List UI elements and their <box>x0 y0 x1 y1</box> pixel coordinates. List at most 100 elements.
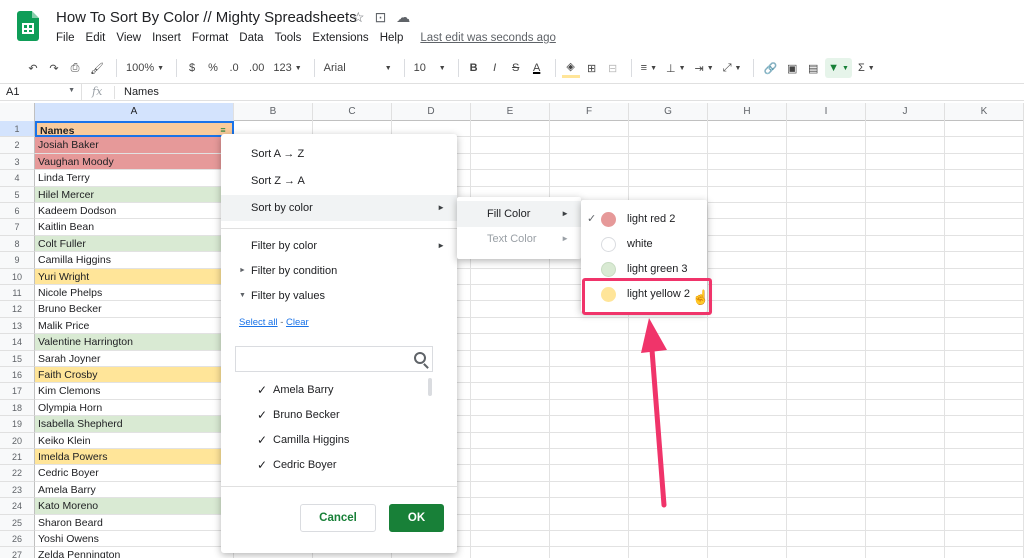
empty-cell[interactable] <box>787 121 866 138</box>
italic-button[interactable]: I <box>486 58 504 78</box>
empty-cell[interactable] <box>550 399 629 417</box>
row-number[interactable]: 25 <box>0 514 35 531</box>
empty-cell[interactable] <box>629 153 708 171</box>
empty-cell[interactable] <box>629 170 708 187</box>
strikethrough-button[interactable]: S <box>507 58 525 78</box>
name-cell[interactable]: Colt Fuller <box>35 235 234 253</box>
empty-cell[interactable] <box>471 432 550 449</box>
empty-cell[interactable] <box>708 137 787 154</box>
number-format-select[interactable]: 123 ▼ <box>270 58 304 78</box>
value-checkbox-item[interactable]: ✓ Amela Barry <box>235 378 435 403</box>
empty-cell[interactable] <box>708 268 787 285</box>
row-number[interactable]: 23 <box>0 481 35 499</box>
empty-cell[interactable] <box>866 252 945 269</box>
zoom-select[interactable]: 100% ▼ <box>123 58 167 78</box>
empty-cell[interactable] <box>945 432 1024 449</box>
row-number[interactable]: 10 <box>0 268 35 285</box>
undo-icon[interactable]: ↶ <box>24 58 42 78</box>
empty-cell[interactable] <box>629 399 708 417</box>
row-number[interactable]: 3 <box>0 153 35 171</box>
empty-cell[interactable] <box>866 367 945 384</box>
name-cell[interactable]: Yuri Wright <box>35 268 234 285</box>
empty-cell[interactable] <box>866 334 945 351</box>
empty-cell[interactable] <box>866 383 945 400</box>
column-header-g[interactable]: G <box>629 103 708 121</box>
empty-cell[interactable] <box>945 498 1024 515</box>
empty-cell[interactable] <box>629 514 708 531</box>
empty-cell[interactable] <box>945 383 1024 400</box>
empty-cell[interactable] <box>708 399 787 417</box>
empty-cell[interactable] <box>708 367 787 384</box>
empty-cell[interactable] <box>866 350 945 367</box>
row-number[interactable]: 14 <box>0 334 35 351</box>
empty-cell[interactable] <box>629 137 708 154</box>
row-number[interactable]: 20 <box>0 432 35 449</box>
empty-cell[interactable] <box>708 219 787 236</box>
empty-cell[interactable] <box>945 334 1024 351</box>
empty-cell[interactable] <box>787 170 866 187</box>
empty-cell[interactable] <box>945 481 1024 499</box>
empty-cell[interactable] <box>866 186 945 203</box>
empty-cell[interactable] <box>945 203 1024 220</box>
name-cell[interactable]: Hilel Mercer <box>35 186 234 203</box>
name-cell[interactable]: Kaitlin Bean <box>35 219 234 236</box>
empty-cell[interactable] <box>471 301 550 318</box>
empty-cell[interactable] <box>945 285 1024 302</box>
empty-cell[interactable] <box>471 121 550 138</box>
menu-format[interactable]: Format <box>192 32 228 44</box>
empty-cell[interactable] <box>787 383 866 400</box>
empty-cell[interactable] <box>787 350 866 367</box>
empty-cell[interactable] <box>787 137 866 154</box>
text-wrap-icon[interactable]: ⇥ ▼ <box>692 58 717 78</box>
empty-cell[interactable] <box>550 449 629 466</box>
empty-cell[interactable] <box>629 350 708 367</box>
name-cell[interactable]: Olympia Horn <box>35 399 234 417</box>
empty-cell[interactable] <box>866 301 945 318</box>
currency-button[interactable]: $ <box>183 58 201 78</box>
empty-cell[interactable] <box>708 153 787 171</box>
name-cell[interactable]: Kadeem Dodson <box>35 203 234 220</box>
empty-cell[interactable] <box>550 514 629 531</box>
menu-edit[interactable]: Edit <box>86 32 106 44</box>
empty-cell[interactable] <box>787 301 866 318</box>
sort-by-color-item[interactable]: Sort by color ► <box>221 195 457 221</box>
values-search-input[interactable] <box>235 346 433 372</box>
empty-cell[interactable] <box>629 481 708 499</box>
sheets-logo-icon[interactable] <box>17 11 39 41</box>
fill-color-item[interactable]: Fill Color ► <box>457 201 581 227</box>
clear-link[interactable]: Clear <box>286 317 309 328</box>
empty-cell[interactable] <box>866 399 945 417</box>
empty-cell[interactable] <box>787 219 866 236</box>
filter-by-condition-item[interactable]: ► Filter by condition <box>221 258 457 284</box>
empty-cell[interactable] <box>945 153 1024 171</box>
row-number[interactable]: 5 <box>0 186 35 203</box>
font-size-select[interactable]: 10 ▼ <box>411 58 449 78</box>
empty-cell[interactable] <box>866 432 945 449</box>
column-header-e[interactable]: E <box>471 103 550 121</box>
empty-cell[interactable] <box>471 399 550 417</box>
menu-extensions[interactable]: Extensions <box>312 32 368 44</box>
empty-cell[interactable] <box>945 235 1024 253</box>
empty-cell[interactable] <box>787 203 866 220</box>
row-number[interactable]: 24 <box>0 498 35 515</box>
empty-cell[interactable] <box>866 268 945 285</box>
empty-cell[interactable] <box>945 399 1024 417</box>
empty-cell[interactable] <box>629 547 708 558</box>
empty-cell[interactable] <box>708 121 787 138</box>
empty-cell[interactable] <box>787 285 866 302</box>
empty-cell[interactable] <box>708 383 787 400</box>
color-option-light-red-2[interactable]: ✓ light red 2 <box>581 207 707 232</box>
cancel-button[interactable]: Cancel <box>300 504 376 532</box>
filter-icon[interactable]: ▼ ▼ <box>825 58 852 78</box>
menu-data[interactable]: Data <box>239 32 263 44</box>
empty-cell[interactable] <box>471 285 550 302</box>
empty-cell[interactable] <box>945 514 1024 531</box>
empty-cell[interactable] <box>787 367 866 384</box>
value-checkbox-item[interactable]: ✓ Cedric Boyer <box>235 453 435 478</box>
empty-cell[interactable] <box>550 367 629 384</box>
name-cell[interactable]: Keiko Klein <box>35 432 234 449</box>
empty-cell[interactable] <box>787 235 866 253</box>
empty-cell[interactable] <box>787 153 866 171</box>
empty-cell[interactable] <box>471 268 550 285</box>
empty-cell[interactable] <box>550 121 629 138</box>
